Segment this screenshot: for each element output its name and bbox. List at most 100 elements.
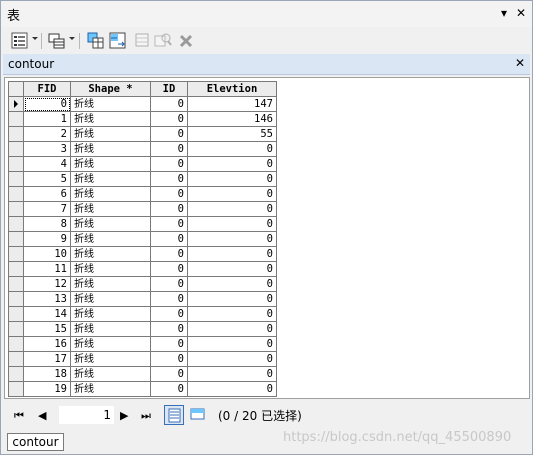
row-selector[interactable]: [8, 96, 24, 112]
table-row[interactable]: 16 折线 0 0: [8, 336, 277, 352]
related-tables-dropdown-icon[interactable]: [69, 37, 75, 40]
id-cell[interactable]: 0: [150, 216, 188, 232]
elevtion-cell[interactable]: 0: [187, 306, 277, 322]
last-record-icon[interactable]: ⏭: [141, 409, 151, 423]
window-close-icon[interactable]: ✕: [514, 5, 528, 21]
select-by-attributes-icon[interactable]: [87, 32, 105, 50]
column-header-id[interactable]: ID: [150, 81, 188, 97]
elevtion-cell[interactable]: 147: [187, 96, 277, 112]
bottom-table-tab[interactable]: contour: [7, 433, 64, 451]
delete-selected-icon[interactable]: [177, 32, 195, 50]
shape-cell[interactable]: 折线: [70, 321, 151, 337]
fid-cell[interactable]: 8: [23, 216, 71, 232]
row-selector[interactable]: [8, 306, 24, 322]
table-row[interactable]: 2 折线 0 55: [8, 126, 277, 142]
shape-cell[interactable]: 折线: [70, 186, 151, 202]
elevtion-cell[interactable]: 0: [187, 321, 277, 337]
fid-cell[interactable]: 18: [23, 366, 71, 382]
elevtion-cell[interactable]: 0: [187, 351, 277, 367]
id-cell[interactable]: 0: [150, 321, 188, 337]
elevtion-cell[interactable]: 0: [187, 216, 277, 232]
tab-close-icon[interactable]: ✕: [515, 56, 525, 70]
id-cell[interactable]: 0: [150, 156, 188, 172]
row-selector[interactable]: [8, 381, 24, 397]
show-selected-records-icon[interactable]: [188, 405, 208, 425]
related-tables-icon[interactable]: [48, 32, 66, 50]
fid-cell[interactable]: 11: [23, 261, 71, 277]
table-row[interactable]: 6 折线 0 0: [8, 186, 277, 202]
id-cell[interactable]: 0: [150, 336, 188, 352]
table-tab-title[interactable]: contour: [8, 57, 54, 71]
shape-cell[interactable]: 折线: [70, 261, 151, 277]
fid-cell[interactable]: 9: [23, 231, 71, 247]
shape-cell[interactable]: 折线: [70, 141, 151, 157]
elevtion-cell[interactable]: 0: [187, 291, 277, 307]
elevtion-cell[interactable]: 0: [187, 186, 277, 202]
row-selector[interactable]: [8, 276, 24, 292]
fid-cell[interactable]: 16: [23, 336, 71, 352]
table-row[interactable]: 1 折线 0 146: [8, 111, 277, 127]
elevtion-cell[interactable]: 0: [187, 201, 277, 217]
row-selector-header[interactable]: [8, 81, 24, 97]
fid-cell[interactable]: 14: [23, 306, 71, 322]
elevtion-cell[interactable]: 0: [187, 141, 277, 157]
row-selector[interactable]: [8, 216, 24, 232]
id-cell[interactable]: 0: [150, 171, 188, 187]
table-row[interactable]: 4 折线 0 0: [8, 156, 277, 172]
elevtion-cell[interactable]: 0: [187, 336, 277, 352]
row-selector[interactable]: [8, 336, 24, 352]
row-selector[interactable]: [8, 321, 24, 337]
table-row[interactable]: 5 折线 0 0: [8, 171, 277, 187]
elevtion-cell[interactable]: 0: [187, 171, 277, 187]
table-row[interactable]: 13 折线 0 0: [8, 291, 277, 307]
shape-cell[interactable]: 折线: [70, 381, 151, 397]
table-options-dropdown-icon[interactable]: [32, 37, 38, 40]
pin-dropdown-icon[interactable]: ▾: [497, 5, 511, 21]
id-cell[interactable]: 0: [150, 381, 188, 397]
shape-cell[interactable]: 折线: [70, 366, 151, 382]
row-selector[interactable]: [8, 201, 24, 217]
shape-cell[interactable]: 折线: [70, 336, 151, 352]
column-header-shape[interactable]: Shape *: [70, 81, 151, 97]
clear-selection-icon[interactable]: [134, 32, 152, 50]
table-row[interactable]: 0 折线 0 147: [8, 96, 277, 112]
table-row[interactable]: 19 折线 0 0: [8, 381, 277, 397]
table-row[interactable]: 18 折线 0 0: [8, 366, 277, 382]
current-record-input[interactable]: 1: [59, 406, 114, 424]
fid-cell[interactable]: 15: [23, 321, 71, 337]
row-selector[interactable]: [8, 126, 24, 142]
shape-cell[interactable]: 折线: [70, 291, 151, 307]
row-selector[interactable]: [8, 261, 24, 277]
id-cell[interactable]: 0: [150, 96, 188, 112]
row-selector[interactable]: [8, 366, 24, 382]
id-cell[interactable]: 0: [150, 111, 188, 127]
elevtion-cell[interactable]: 0: [187, 366, 277, 382]
elevtion-cell[interactable]: 55: [187, 126, 277, 142]
column-header-fid[interactable]: FID: [23, 81, 71, 97]
shape-cell[interactable]: 折线: [70, 126, 151, 142]
id-cell[interactable]: 0: [150, 306, 188, 322]
id-cell[interactable]: 0: [150, 231, 188, 247]
row-selector[interactable]: [8, 351, 24, 367]
shape-cell[interactable]: 折线: [70, 216, 151, 232]
table-row[interactable]: 10 折线 0 0: [8, 246, 277, 262]
id-cell[interactable]: 0: [150, 351, 188, 367]
table-options-icon[interactable]: [11, 32, 29, 50]
fid-cell[interactable]: 2: [23, 126, 71, 142]
id-cell[interactable]: 0: [150, 291, 188, 307]
column-header-elevtion[interactable]: Elevtion: [187, 81, 277, 97]
fid-cell[interactable]: 5: [23, 171, 71, 187]
table-row[interactable]: 9 折线 0 0: [8, 231, 277, 247]
shape-cell[interactable]: 折线: [70, 276, 151, 292]
shape-cell[interactable]: 折线: [70, 306, 151, 322]
row-selector[interactable]: [8, 156, 24, 172]
row-selector[interactable]: [8, 246, 24, 262]
shape-cell[interactable]: 折线: [70, 351, 151, 367]
shape-cell[interactable]: 折线: [70, 246, 151, 262]
elevtion-cell[interactable]: 0: [187, 261, 277, 277]
table-row[interactable]: 3 折线 0 0: [8, 141, 277, 157]
elevtion-cell[interactable]: 0: [187, 156, 277, 172]
id-cell[interactable]: 0: [150, 201, 188, 217]
elevtion-cell[interactable]: 146: [187, 111, 277, 127]
row-selector[interactable]: [8, 111, 24, 127]
